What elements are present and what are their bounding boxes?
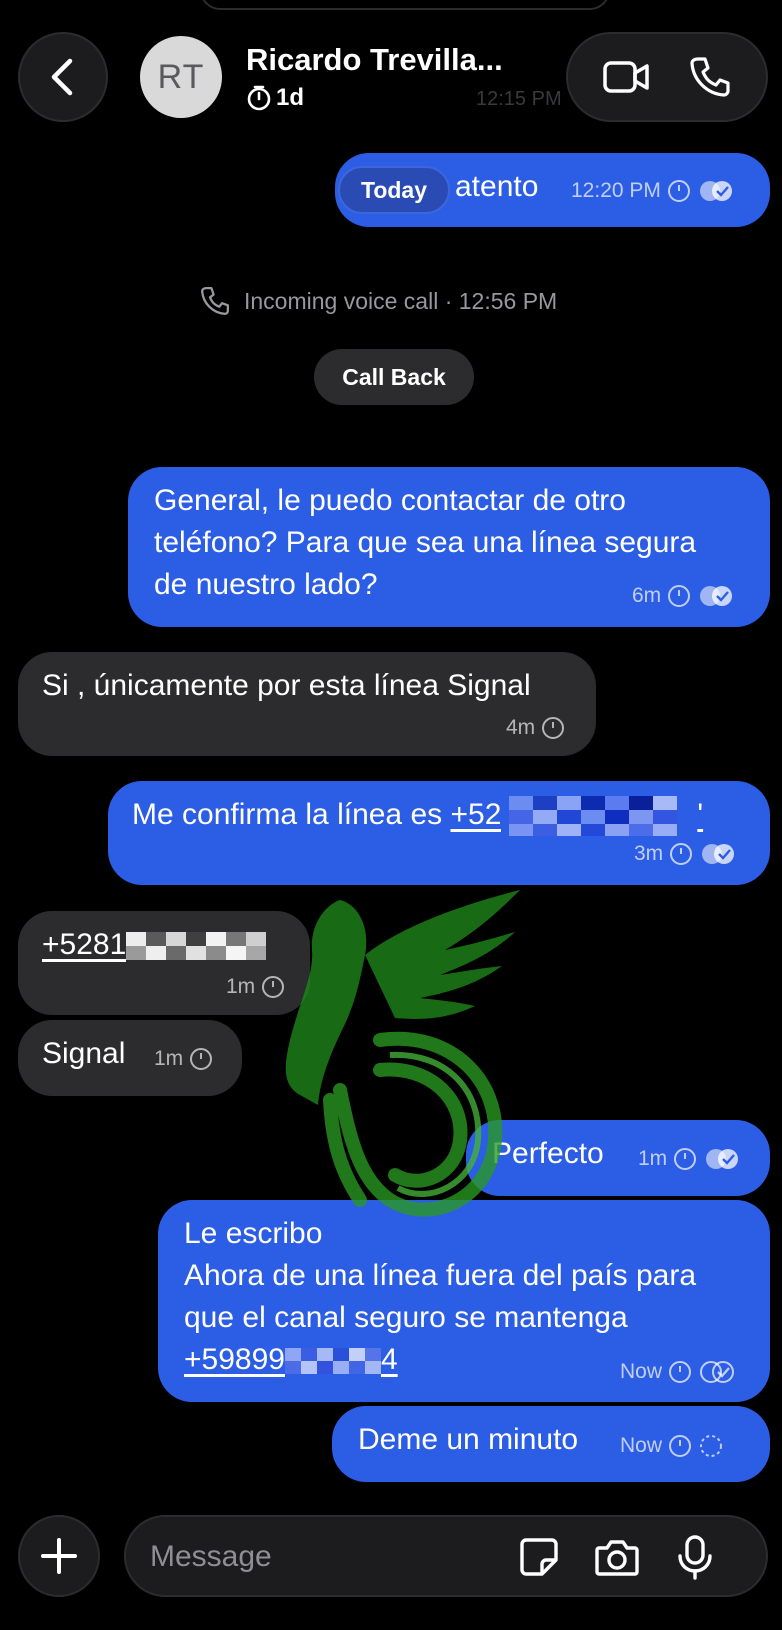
timer-icon [669, 1435, 692, 1457]
timer-icon [667, 180, 690, 202]
microphone-button[interactable] [672, 1534, 718, 1580]
message-bubble-outgoing[interactable]: Le escribo Ahora de una línea fuera del … [158, 1200, 770, 1402]
back-button[interactable] [18, 32, 108, 122]
phone-icon [690, 57, 730, 97]
pixelated-redaction [501, 794, 698, 839]
phone-number-visible: +5281 [42, 928, 127, 961]
message-text-line: de nuestro lado? [154, 568, 378, 601]
timer-icon [247, 85, 271, 111]
message-text-line: General, le puedo contactar de otro [154, 484, 626, 517]
message-text: Signal [42, 1037, 126, 1070]
message-meta: 4m [506, 716, 565, 740]
phone-number-suffix: 4 [380, 1343, 398, 1376]
message-time: 1m [154, 1047, 184, 1070]
message-meta: Now [620, 1433, 724, 1459]
attach-button[interactable] [18, 1515, 100, 1597]
message-meta: 1m [154, 1047, 213, 1071]
message-input[interactable] [150, 1535, 490, 1579]
timer-icon [542, 717, 565, 739]
message-text: Deme un minuto [358, 1423, 579, 1456]
phone-icon [201, 287, 229, 315]
message-composer [124, 1515, 768, 1597]
message-time: Now [620, 1434, 663, 1457]
message-meta: 6m [632, 584, 735, 608]
camera-icon [595, 1540, 639, 1576]
read-receipt-icon [702, 844, 735, 864]
message-text: Me confirma la línea es +52 ' [132, 794, 704, 839]
timer-icon [668, 585, 691, 607]
message-bubble-outgoing[interactable]: Me confirma la línea es +52 ' 3m [108, 781, 770, 885]
disappearing-timer: 1d [246, 84, 304, 112]
message-bubble-incoming[interactable]: +5281 1m [18, 911, 310, 1015]
camera-button[interactable] [594, 1534, 640, 1580]
phone-number-visible: +52 [450, 798, 502, 831]
message-time: 3m [634, 842, 664, 865]
timer-label: 1d [276, 84, 305, 111]
delivered-receipt-icon [700, 1361, 735, 1383]
call-event-text: Incoming voice call · 12:56 PM [244, 287, 558, 314]
pixelated-redaction [284, 1344, 381, 1379]
message-meta: 1m [226, 975, 285, 999]
avatar[interactable]: RT [140, 36, 222, 118]
message-text: Perfecto [492, 1137, 604, 1170]
message-text-prefix: Me confirma la línea es [132, 798, 451, 831]
sticker-button[interactable] [516, 1534, 562, 1580]
message-meta: 1m [638, 1147, 741, 1171]
video-camera-icon [603, 61, 649, 93]
pixelated-redaction [126, 928, 279, 965]
message-meta: 3m [634, 842, 737, 866]
message-time: 1m [638, 1147, 668, 1170]
phone-number-link[interactable]: +52 ' [450, 794, 704, 839]
timer-icon [190, 1048, 213, 1070]
message-text-line: teléfono? Para que sea una línea segura [154, 526, 697, 559]
read-receipt-icon [699, 181, 732, 201]
message-bubble-outgoing[interactable]: Deme un minuto Now [332, 1406, 770, 1482]
phone-number-suffix: ' [697, 798, 704, 831]
sticker-icon [520, 1538, 558, 1576]
message-text-line: Le escribo [184, 1217, 323, 1250]
message-time: 4m [506, 716, 536, 739]
message-time: 12:20 PM [571, 179, 661, 202]
contact-name[interactable]: Ricardo Trevilla... [246, 42, 503, 78]
call-back-button[interactable]: Call Back [314, 349, 474, 405]
message-time: 1m [226, 975, 256, 998]
phone-number-link[interactable]: +5281 [42, 924, 279, 966]
sending-status-icon [700, 1435, 723, 1457]
message-bubble-outgoing[interactable]: General, le puedo contactar de otro telé… [128, 467, 770, 627]
microphone-icon [678, 1535, 712, 1580]
call-event: Incoming voice call · 12:56 PM [200, 286, 557, 316]
voice-call-button[interactable] [689, 56, 731, 98]
read-receipt-icon [700, 586, 733, 606]
message-bubble-incoming[interactable]: Signal 1m [18, 1020, 242, 1096]
phone-number-link[interactable]: +59899 4 [184, 1339, 398, 1381]
message-text-line: Ahora de una línea fuera del país para [184, 1259, 697, 1292]
timer-icon [674, 1148, 697, 1170]
message-meta: 12:20 PM [571, 179, 735, 203]
status-notch [200, 0, 610, 10]
message-text-line: que el canal seguro se mantenga [184, 1301, 628, 1334]
video-call-button[interactable] [603, 59, 651, 95]
message-bubble-outgoing[interactable]: Perfecto 1m [466, 1120, 770, 1196]
timer-icon [262, 976, 285, 998]
message-meta: Now [620, 1360, 736, 1384]
date-divider: Today [338, 166, 450, 214]
read-receipt-icon [706, 1149, 739, 1169]
message-time: Now [620, 1360, 663, 1383]
message-time: 6m [632, 584, 662, 607]
call-actions [566, 32, 768, 122]
plus-icon [41, 1538, 77, 1574]
timer-icon [669, 1361, 692, 1383]
message-text: atento [455, 170, 539, 203]
ghost-timestamp: 12:15 PM [476, 88, 562, 110]
message-text: Si , únicamente por esta línea Signal [42, 669, 531, 702]
chevron-left-icon [51, 58, 73, 96]
message-bubble-incoming[interactable]: Si , únicamente por esta línea Signal 4m [18, 652, 596, 756]
timer-icon [670, 843, 693, 865]
phone-number-visible: +59899 [184, 1343, 285, 1376]
